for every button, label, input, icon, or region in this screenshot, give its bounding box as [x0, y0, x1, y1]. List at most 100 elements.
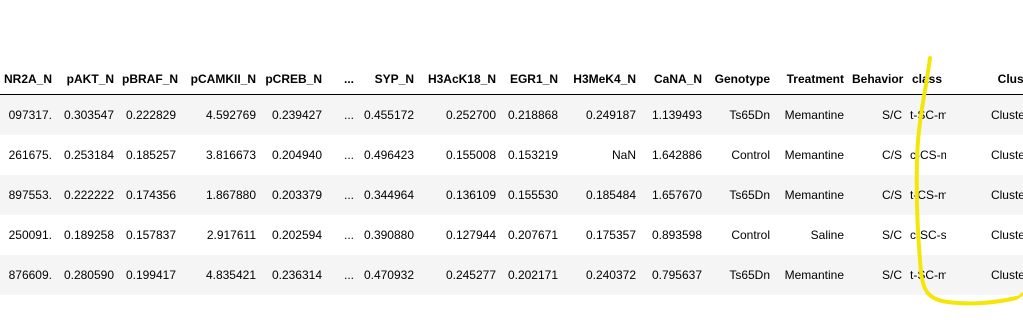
- table-cell: Cluster 1: [990, 227, 1023, 242]
- table-cell: Cluster 2: [990, 187, 1023, 202]
- table-cell: 1.657670: [651, 187, 702, 202]
- dataframe-table: NR2A_N pAKT_N pBRAF_N pCAMKII_N pCREB_N …: [0, 64, 1023, 295]
- table-cell: 2.917611: [206, 227, 256, 242]
- table-cell: 0.222222: [63, 187, 114, 202]
- table-cell: c-CS-m: [910, 147, 946, 162]
- table-cell: 0.155530: [507, 187, 558, 202]
- table-cell: 0.185257: [125, 147, 176, 162]
- table-cell: 0.202171: [507, 267, 558, 282]
- column-header: EGR1_N: [500, 64, 562, 95]
- table-cell: Memantine: [784, 267, 844, 282]
- table-row: .250091 0.189258 0.157837 2.917611 0.202594.…: [0, 214, 1023, 255]
- table-cell: .097317: [8, 107, 52, 122]
- table-cell: C/S: [881, 147, 902, 162]
- table-row: .261675 0.253184 0.185257 3.816673 0.204940.…: [0, 134, 1023, 175]
- column-header: Genotype: [706, 64, 774, 95]
- table-cell: Control: [731, 227, 770, 242]
- table-cell: .876609: [8, 267, 52, 282]
- table-row: .876609 0.280590 0.199417 4.835421 0.236314.…: [0, 254, 1023, 295]
- table-cell: 0.199417: [125, 267, 176, 282]
- column-header: pBRAF_N: [118, 64, 180, 95]
- table-cell: 0.155008: [445, 147, 496, 162]
- dataframe-output: NR2A_N pAKT_N pBRAF_N pCAMKII_N pCREB_N …: [0, 64, 1023, 295]
- table-cell: Ts65Dn: [729, 267, 770, 282]
- table-cell: 0.175357: [585, 227, 636, 242]
- table-cell: 0.207671: [507, 227, 558, 242]
- table-cell: 0.390880: [363, 227, 414, 242]
- table-cell-ellipsis: ...: [343, 187, 354, 202]
- table-cell: Ts65Dn: [729, 107, 770, 122]
- table-cell: 1.867880: [205, 187, 256, 202]
- table-cell-ellipsis: ...: [343, 227, 354, 242]
- table-cell: 0.344964: [363, 187, 414, 202]
- table-cell: 0.153219: [507, 147, 558, 162]
- table-cell: 0.239427: [271, 107, 322, 122]
- table-cell: t-SC-m: [910, 107, 946, 122]
- table-cell: 4.835421: [205, 267, 256, 282]
- table-cell: 0.174356: [125, 187, 176, 202]
- table-cell: 4.592769: [205, 107, 256, 122]
- table-cell: Memantine: [784, 147, 844, 162]
- column-header: Behavior: [848, 64, 906, 95]
- column-header: class: [906, 64, 946, 95]
- table-cell: 1.642886: [651, 147, 702, 162]
- highlight-stroke-tail: [1014, 292, 1023, 300]
- column-header: H3MeK4_N: [562, 64, 640, 95]
- column-header: NR2A_N: [0, 64, 56, 95]
- table-cell: S/C: [881, 227, 902, 242]
- table-cell: 0.189258: [63, 227, 114, 242]
- table-cell: 0.240372: [585, 267, 636, 282]
- table-cell: 0.253184: [63, 147, 114, 162]
- table-cell: 0.202594: [271, 227, 322, 242]
- table-cell: 0.455172: [363, 107, 414, 122]
- table-cell: S/C: [881, 107, 902, 122]
- table-cell: 0.245277: [445, 267, 496, 282]
- table-cell: Memantine: [784, 107, 844, 122]
- column-header: SYP_N: [358, 64, 418, 95]
- table-body: .097317 0.303547 0.222829 4.592769 0.239427.…: [0, 94, 1023, 295]
- column-header: H3AcK18_N: [418, 64, 500, 95]
- table-cell: 0.280590: [63, 267, 114, 282]
- table-cell: 0.222829: [125, 107, 176, 122]
- table-cell: Memantine: [784, 187, 844, 202]
- table-cell: Cluster 0: [990, 147, 1023, 162]
- table-cell-ellipsis: ...: [343, 267, 354, 282]
- table-cell-ellipsis: ...: [343, 107, 354, 122]
- table-cell: .250091: [8, 227, 52, 242]
- column-header: Treatment: [774, 64, 848, 95]
- table-cell-ellipsis: ...: [343, 147, 354, 162]
- header-row: NR2A_N pAKT_N pBRAF_N pCAMKII_N pCREB_N …: [0, 64, 1023, 95]
- table-cell: 0.157837: [125, 227, 176, 242]
- table-cell: 0.136109: [445, 187, 496, 202]
- table-cell: S/C: [881, 267, 902, 282]
- table-cell: 3.816673: [205, 147, 256, 162]
- table-cell: 0.303547: [63, 107, 114, 122]
- table-cell: t-CS-m: [910, 187, 946, 202]
- table-cell: 0.204940: [271, 147, 322, 162]
- table-cell: Saline: [810, 227, 844, 242]
- column-header: Cluster: [946, 64, 1023, 95]
- table-cell: c-SC-s: [910, 227, 946, 242]
- table-cell: Ts65Dn: [729, 187, 770, 202]
- table-cell: 0.185484: [585, 187, 636, 202]
- table-cell: 0.236314: [271, 267, 322, 282]
- table-cell: Cluster 3: [990, 267, 1023, 282]
- table-cell: 0.252700: [445, 107, 496, 122]
- table-row: .097317 0.303547 0.222829 4.592769 0.239427.…: [0, 94, 1023, 135]
- table-cell: 1.139493: [651, 107, 702, 122]
- table-cell: NaN: [611, 147, 636, 162]
- table-cell: C/S: [881, 187, 902, 202]
- column-header-ellipsis: ...: [326, 64, 358, 95]
- table-cell: 0.203379: [271, 187, 322, 202]
- column-header: pCAMKII_N: [180, 64, 260, 95]
- column-header: pCREB_N: [260, 64, 326, 95]
- table-cell: 0.127944: [445, 227, 496, 242]
- table-cell: 0.795637: [651, 267, 702, 282]
- table-cell: 0.249187: [585, 107, 636, 122]
- table-cell: t-SC-m: [910, 267, 946, 282]
- table-cell: Control: [731, 147, 770, 162]
- table-cell: .897553: [8, 187, 52, 202]
- column-header: CaNA_N: [640, 64, 706, 95]
- table-cell: .261675: [8, 147, 52, 162]
- table-cell: 0.893598: [651, 227, 702, 242]
